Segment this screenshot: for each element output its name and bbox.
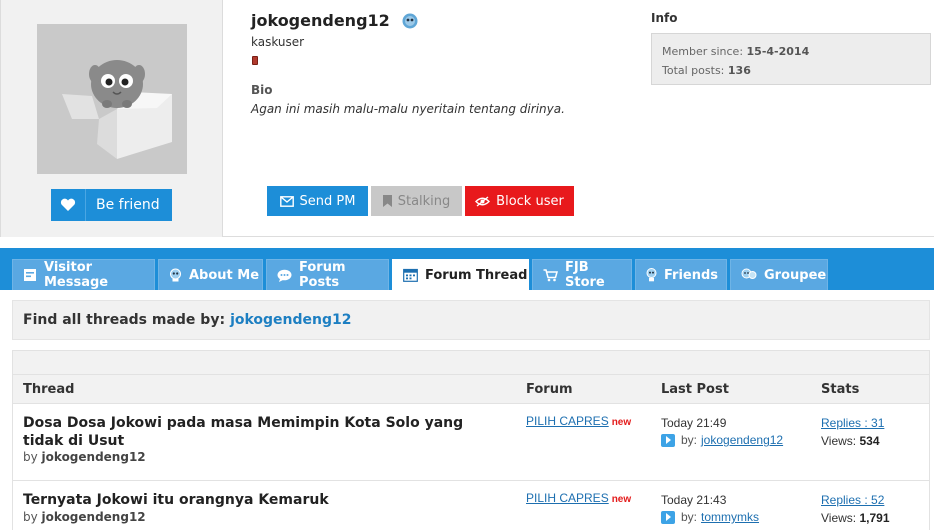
forum-thread-panel: Find all threads made by: jokogendeng12 … [0, 290, 934, 530]
find-threads-user-link[interactable]: jokogendeng12 [230, 312, 351, 328]
send-pm-button[interactable]: Send PM [267, 186, 368, 216]
table-row: Ternyata Jokowi itu orangnya Kemaruk by … [13, 481, 929, 530]
col-thread: Thread [23, 382, 75, 397]
stalking-button[interactable]: Stalking [371, 186, 462, 216]
threads-table: Thread Forum Last Post Stats Dosa Dosa J… [12, 350, 930, 530]
tab-forum-posts[interactable]: Forum Posts [266, 259, 389, 290]
bio-text: Agan ini masih malu-malu nyeritain tenta… [251, 102, 565, 116]
befriend-label: Be friend [96, 197, 160, 213]
username-heading: jokogendeng12 [251, 11, 418, 30]
profile-actions: Send PM Stalking Block user [267, 186, 574, 216]
profile-header: Be friend jokogendeng12 kaskuser Bio Aga… [0, 0, 934, 237]
calendar-icon [403, 268, 418, 282]
thread-author: by jokogendeng12 [23, 510, 146, 524]
info-box: Member since: 15-4-2014 Total posts: 136 [651, 33, 931, 85]
table-header: Thread Forum Last Post Stats [13, 375, 929, 404]
tab-forum-thread[interactable]: Forum Thread [392, 259, 529, 290]
bio-heading: Bio [251, 83, 273, 97]
avatar-column: Be friend [0, 0, 223, 237]
member-since-value: 15-4-2014 [746, 45, 810, 58]
replies-link[interactable]: Replies : 31 [821, 416, 884, 430]
tab-groupee[interactable]: Groupee [730, 259, 828, 290]
avatar [37, 24, 187, 174]
stalking-label: Stalking [397, 193, 451, 209]
find-threads-bar: Find all threads made by: jokogendeng12 [12, 300, 930, 340]
tab-about-me[interactable]: About Me [158, 259, 263, 290]
replies-link[interactable]: Replies : 52 [821, 493, 884, 507]
col-last-post: Last Post [661, 382, 729, 397]
send-pm-label: Send PM [299, 193, 356, 209]
friends-icon [646, 268, 657, 282]
go-to-last-post-icon[interactable] [661, 433, 675, 447]
last-post-by: by: tommymks [661, 510, 759, 524]
new-badge: new [611, 494, 632, 505]
envelope-icon [279, 195, 294, 207]
last-post-by: by: jokogendeng12 [661, 433, 783, 447]
col-forum: Forum [526, 382, 573, 397]
total-posts-value: 136 [727, 64, 751, 77]
username: jokogendeng12 [251, 11, 390, 30]
visitor-message-icon [24, 269, 36, 281]
member-since-line: Member since: 15-4-2014 [662, 45, 810, 58]
find-threads-label: Find all threads made by: [23, 312, 226, 328]
bookmark-icon [382, 195, 392, 207]
table-row: Dosa Dosa Jokowi pada masa Memimpin Kota… [13, 404, 929, 481]
tab-visitor-message[interactable]: Visitor Message [12, 259, 155, 290]
reputation-bar [252, 56, 258, 65]
table-toolbar [13, 351, 929, 375]
go-to-last-post-icon[interactable] [661, 510, 675, 524]
last-post-user-link[interactable]: jokogendeng12 [701, 433, 783, 447]
views-count: Views: 1,791 [821, 511, 890, 525]
total-posts-line: Total posts: 136 [662, 64, 751, 77]
user-badge-icon [402, 13, 418, 28]
groupee-icon [741, 268, 757, 279]
heart-icon [51, 189, 86, 221]
block-user-label: Block user [496, 193, 564, 209]
new-badge: new [611, 417, 632, 428]
forum-posts-icon [277, 269, 292, 282]
col-stats: Stats [821, 382, 860, 397]
thread-author: by jokogendeng12 [23, 450, 146, 464]
profile-tab-bar: Visitor Message About Me Forum Posts For… [0, 248, 934, 290]
thread-title-link[interactable]: Ternyata Jokowi itu orangnya Kemaruk [23, 491, 493, 509]
forum-link[interactable]: PILIH CAPRES new [526, 491, 631, 505]
user-title: kaskuser [251, 35, 305, 49]
cart-icon [543, 268, 558, 281]
forum-link[interactable]: PILIH CAPRES new [526, 414, 631, 428]
last-post-time: Today 21:43 [661, 493, 727, 507]
last-post-user-link[interactable]: tommymks [701, 510, 759, 524]
befriend-button[interactable]: Be friend [51, 189, 172, 221]
eye-slash-icon [475, 195, 491, 207]
views-count: Views: 534 [821, 434, 880, 448]
last-post-time: Today 21:49 [661, 416, 727, 430]
about-me-icon [170, 268, 181, 282]
block-user-button[interactable]: Block user [465, 186, 574, 216]
default-avatar-mascot-icon [37, 24, 187, 174]
tab-fjb-store[interactable]: FJB Store [532, 259, 632, 290]
thread-title-link[interactable]: Dosa Dosa Jokowi pada masa Memimpin Kota… [23, 414, 493, 450]
info-heading: Info [651, 11, 678, 25]
tab-friends[interactable]: Friends [635, 259, 727, 290]
